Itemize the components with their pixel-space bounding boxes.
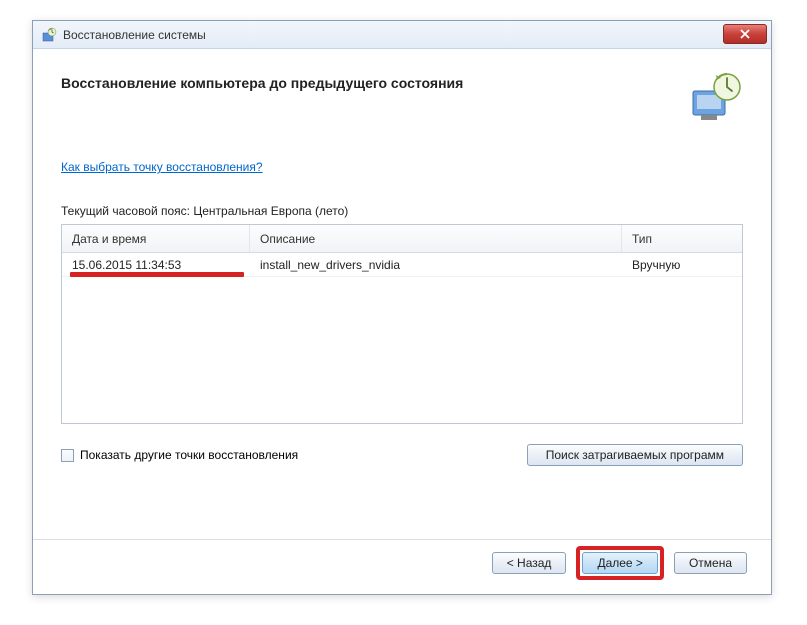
cell-date: 15.06.2015 11:34:53 — [62, 258, 250, 272]
help-link[interactable]: Как выбрать точку восстановления? — [61, 160, 263, 174]
restore-points-table[interactable]: Дата и время Описание Тип 15.06.2015 11:… — [61, 224, 743, 424]
scan-programs-button[interactable]: Поиск затрагиваемых программ — [527, 444, 743, 466]
titlebar: Восстановление системы — [33, 21, 771, 49]
footer-divider — [33, 539, 771, 540]
restore-small-icon — [41, 27, 57, 43]
annotation-highlight-box: Далее > — [576, 546, 664, 580]
content-area: Восстановление компьютера до предыдущего… — [33, 49, 771, 466]
next-button[interactable]: Далее > — [582, 552, 658, 574]
column-header-date[interactable]: Дата и время — [62, 225, 250, 252]
cell-type: Вручную — [622, 258, 742, 272]
window-title: Восстановление системы — [63, 28, 206, 42]
system-restore-window: Восстановление системы Восстановление ко… — [32, 20, 772, 595]
wizard-footer: < Назад Далее > Отмена — [492, 546, 747, 580]
cell-description: install_new_drivers_nvidia — [250, 258, 622, 272]
column-header-type[interactable]: Тип — [622, 225, 742, 252]
column-header-description[interactable]: Описание — [250, 225, 622, 252]
back-button[interactable]: < Назад — [492, 552, 567, 574]
show-more-label: Показать другие точки восстановления — [80, 448, 298, 462]
timezone-label: Текущий часовой пояс: Центральная Европа… — [61, 204, 743, 218]
table-row[interactable]: 15.06.2015 11:34:53 install_new_drivers_… — [62, 253, 742, 277]
page-title: Восстановление компьютера до предыдущего… — [61, 71, 463, 91]
annotation-underline — [70, 272, 244, 277]
cancel-button[interactable]: Отмена — [674, 552, 747, 574]
close-icon — [740, 29, 750, 39]
close-button[interactable] — [723, 24, 767, 44]
restore-large-icon — [687, 71, 743, 126]
show-more-checkbox[interactable] — [61, 449, 74, 462]
table-header: Дата и время Описание Тип — [62, 225, 742, 253]
